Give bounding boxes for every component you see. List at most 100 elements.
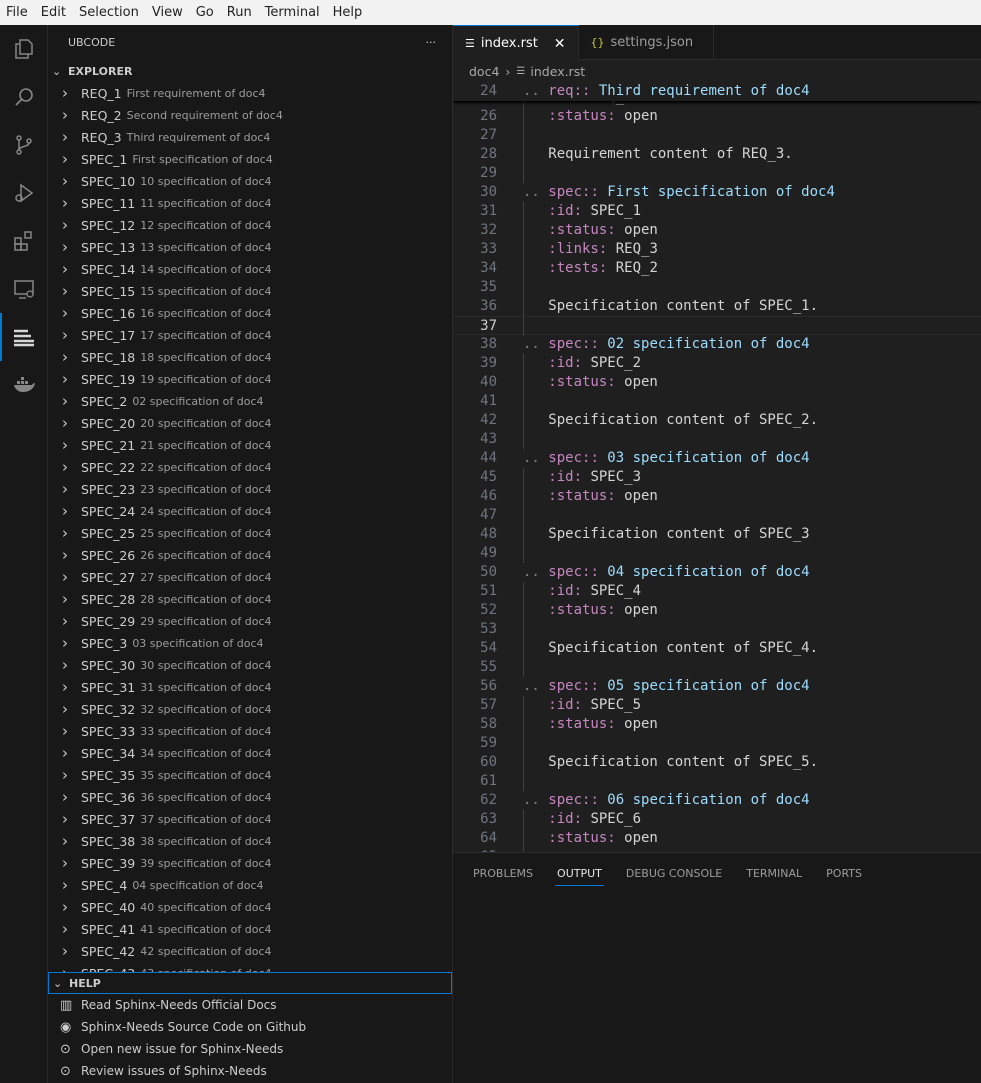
tree-item[interactable]: › SPEC_16 16 specification of doc4 <box>48 302 452 324</box>
code-line[interactable]: 44.. spec:: 03 specification of doc4 <box>453 449 981 468</box>
code-line[interactable]: 58 :status: open <box>453 715 981 734</box>
tree-item[interactable]: › SPEC_25 25 specification of doc4 <box>48 522 452 544</box>
code-editor[interactable]: 24.. req:: Third requirement of doc4 25 … <box>453 82 981 852</box>
code-line[interactable]: 62.. spec:: 06 specification of doc4 <box>453 791 981 810</box>
code-line[interactable]: 43 <box>453 430 981 449</box>
menu-selection[interactable]: Selection <box>79 5 139 20</box>
sphinx-needs-icon[interactable] <box>0 313 48 361</box>
tree-item[interactable]: › SPEC_40 40 specification of doc4 <box>48 896 452 918</box>
tree-item[interactable]: › SPEC_17 17 specification of doc4 <box>48 324 452 346</box>
code-line[interactable]: 36 Specification content of SPEC_1. <box>453 297 981 316</box>
source-control-icon[interactable] <box>0 121 48 169</box>
tree-item[interactable]: › SPEC_23 23 specification of doc4 <box>48 478 452 500</box>
tree-item[interactable]: › SPEC_20 20 specification of doc4 <box>48 412 452 434</box>
tree-item[interactable]: › REQ_2 Second requirement of doc4 <box>48 104 452 126</box>
menu-go[interactable]: Go <box>196 5 214 20</box>
tree-item[interactable]: › SPEC_29 29 specification of doc4 <box>48 610 452 632</box>
code-line[interactable]: 46 :status: open <box>453 487 981 506</box>
menu-edit[interactable]: Edit <box>41 5 66 20</box>
code-line[interactable]: 28 Requirement content of REQ_3. <box>453 145 981 164</box>
more-actions-button[interactable]: ··· <box>426 36 437 49</box>
code-line[interactable]: 49 <box>453 544 981 563</box>
code-line[interactable]: 30.. spec:: First specification of doc4 <box>453 183 981 202</box>
tree-item[interactable]: › SPEC_34 34 specification of doc4 <box>48 742 452 764</box>
code-line[interactable]: 33 :links: REQ_3 <box>453 240 981 259</box>
code-line[interactable]: 63 :id: SPEC_6 <box>453 810 981 829</box>
tree-item[interactable]: › SPEC_4 04 specification of doc4 <box>48 874 452 896</box>
tree-item[interactable]: › SPEC_35 35 specification of doc4 <box>48 764 452 786</box>
tree-item[interactable]: › SPEC_2 02 specification of doc4 <box>48 390 452 412</box>
sticky-scroll-line[interactable]: 24.. req:: Third requirement of doc4 <box>453 82 981 101</box>
menu-view[interactable]: View <box>152 5 183 20</box>
panel-tab-problems[interactable]: PROBLEMS <box>473 861 533 886</box>
tree-item[interactable]: › REQ_3 Third requirement of doc4 <box>48 126 452 148</box>
panel-tab-output[interactable]: OUTPUT <box>555 861 604 886</box>
close-icon[interactable]: ✕ <box>554 36 566 52</box>
code-line[interactable]: 57 :id: SPEC_5 <box>453 696 981 715</box>
tree-item[interactable]: › SPEC_1 First specification of doc4 <box>48 148 452 170</box>
breadcrumb-folder[interactable]: doc4 <box>469 64 499 79</box>
tree-item[interactable]: › SPEC_31 31 specification of doc4 <box>48 676 452 698</box>
tab-settings-json[interactable]: {} settings.json <box>579 25 714 60</box>
help-section-header[interactable]: ⌄ HELP <box>48 972 452 994</box>
code-line[interactable]: 26 :status: open <box>453 107 981 126</box>
tree-item[interactable]: › SPEC_15 15 specification of doc4 <box>48 280 452 302</box>
current-line[interactable]: 37 <box>453 316 981 336</box>
search-icon[interactable] <box>0 73 48 121</box>
tree-item[interactable]: › SPEC_24 24 specification of doc4 <box>48 500 452 522</box>
tab-index-rst[interactable]: ☰ index.rst ✕ <box>453 25 579 61</box>
tree-item[interactable]: › SPEC_32 32 specification of doc4 <box>48 698 452 720</box>
tree-item[interactable]: › SPEC_33 33 specification of doc4 <box>48 720 452 742</box>
tree-item[interactable]: › SPEC_26 26 specification of doc4 <box>48 544 452 566</box>
tree-item[interactable]: › SPEC_10 10 specification of doc4 <box>48 170 452 192</box>
menu-file[interactable]: File <box>6 5 28 20</box>
code-line[interactable]: 47 <box>453 506 981 525</box>
docker-icon[interactable] <box>0 361 48 409</box>
tree-item[interactable]: › SPEC_39 39 specification of doc4 <box>48 852 452 874</box>
help-item[interactable]: ⊙ Review issues of Sphinx-Needs <box>48 1060 452 1082</box>
code-line[interactable]: 27 <box>453 126 981 145</box>
tree-item[interactable]: › REQ_1 First requirement of doc4 <box>48 82 452 104</box>
tree-item[interactable]: › SPEC_37 37 specification of doc4 <box>48 808 452 830</box>
tree-item[interactable]: › SPEC_22 22 specification of doc4 <box>48 456 452 478</box>
tree-item[interactable]: › SPEC_27 27 specification of doc4 <box>48 566 452 588</box>
tree-item[interactable]: › SPEC_18 18 specification of doc4 <box>48 346 452 368</box>
tree-item[interactable]: › SPEC_42 42 specification of doc4 <box>48 940 452 962</box>
tree-item[interactable]: › SPEC_28 28 specification of doc4 <box>48 588 452 610</box>
tree-item[interactable]: › SPEC_41 41 specification of doc4 <box>48 918 452 940</box>
tree-item[interactable]: › SPEC_30 30 specification of doc4 <box>48 654 452 676</box>
code-line[interactable]: 38.. spec:: 02 specification of doc4 <box>453 335 981 354</box>
files-icon[interactable] <box>0 25 48 73</box>
code-line[interactable]: 31 :id: SPEC_1 <box>453 202 981 221</box>
code-line[interactable]: 42 Specification content of SPEC_2. <box>453 411 981 430</box>
code-line[interactable]: 55 <box>453 658 981 677</box>
tree-item[interactable]: › SPEC_38 38 specification of doc4 <box>48 830 452 852</box>
tree-item[interactable]: › SPEC_13 13 specification of doc4 <box>48 236 452 258</box>
code-line[interactable]: 51 :id: SPEC_4 <box>453 582 981 601</box>
code-line[interactable]: 40 :status: open <box>453 373 981 392</box>
run-debug-icon[interactable] <box>0 169 48 217</box>
code-line[interactable]: 45 :id: SPEC_3 <box>453 468 981 487</box>
code-line[interactable]: 61 <box>453 772 981 791</box>
code-line[interactable]: 60 Specification content of SPEC_5. <box>453 753 981 772</box>
panel-tab-ports[interactable]: PORTS <box>826 861 862 886</box>
tree-item[interactable]: › SPEC_12 12 specification of doc4 <box>48 214 452 236</box>
tree-item[interactable]: › SPEC_11 11 specification of doc4 <box>48 192 452 214</box>
remote-explorer-icon[interactable] <box>0 265 48 313</box>
explorer-section-header[interactable]: ⌄ EXPLORER <box>48 60 452 82</box>
code-line[interactable]: 29 <box>453 164 981 183</box>
code-line[interactable]: 54 Specification content of SPEC_4. <box>453 639 981 658</box>
code-line[interactable]: 50.. spec:: 04 specification of doc4 <box>453 563 981 582</box>
help-item[interactable]: ▥ Read Sphinx-Needs Official Docs <box>48 994 452 1016</box>
tree-item[interactable]: › SPEC_19 19 specification of doc4 <box>48 368 452 390</box>
tree-item[interactable]: › SPEC_3 03 specification of doc4 <box>48 632 452 654</box>
panel-tab-terminal[interactable]: TERMINAL <box>746 861 802 886</box>
code-line[interactable]: 52 :status: open <box>453 601 981 620</box>
code-line[interactable]: 53 <box>453 620 981 639</box>
code-line[interactable]: 39 :id: SPEC_2 <box>453 354 981 373</box>
breadcrumb-file[interactable]: index.rst <box>530 64 585 79</box>
menu-terminal[interactable]: Terminal <box>265 5 320 20</box>
code-line[interactable]: 64 :status: open <box>453 829 981 848</box>
code-line[interactable]: 34 :tests: REQ_2 <box>453 259 981 278</box>
code-line[interactable]: 35 <box>453 278 981 297</box>
